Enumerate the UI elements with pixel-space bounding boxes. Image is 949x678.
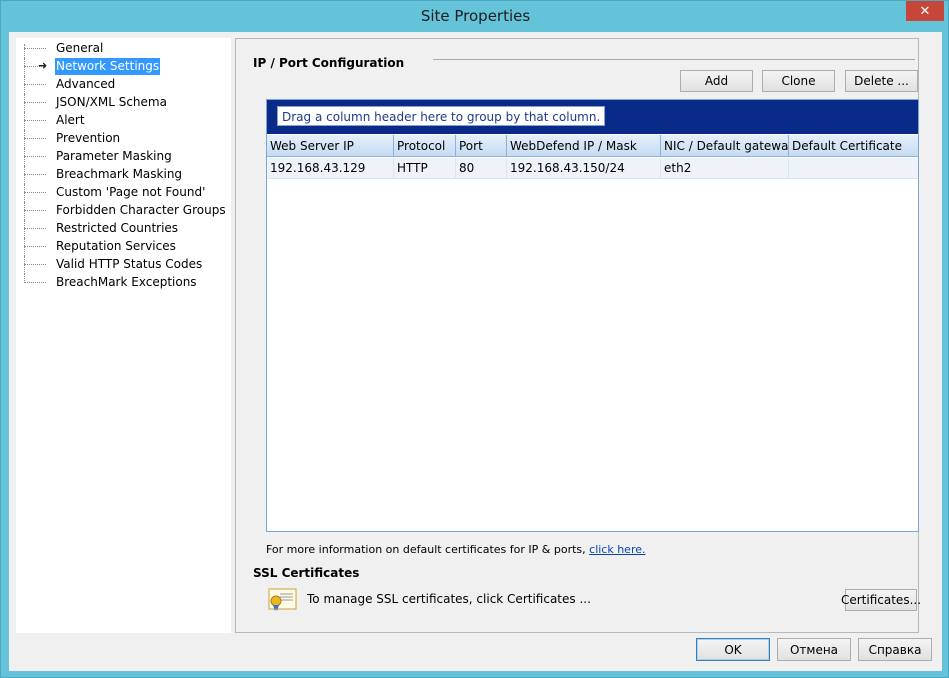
cell-nic-default-gateway: eth2 [661, 158, 789, 179]
tree-item-label: JSON/XML Schema [56, 95, 167, 109]
ok-button[interactable]: OK [696, 638, 770, 661]
cell-default-certificate [789, 158, 918, 179]
add-button[interactable]: Add [680, 70, 753, 92]
ip-port-grid[interactable]: Drag a column header here to group by th… [266, 99, 919, 532]
delete-button[interactable]: Delete ... [845, 70, 918, 92]
certificates-button[interactable]: Certificates... [841, 589, 921, 611]
tree-item-label: Forbidden Character Groups [56, 203, 226, 217]
section-divider [433, 59, 915, 60]
tree-item-label: Advanced [56, 77, 116, 91]
tree-item-label: General [56, 41, 104, 55]
click-here-link[interactable]: click here. [589, 543, 645, 556]
column-header-webdefend-ip-mask[interactable]: WebDefend IP / Mask [507, 135, 661, 157]
tree-item-custom-page-not-found[interactable]: Custom 'Page not Found' [16, 184, 231, 202]
column-header-nic-default-gateway[interactable]: NIC / Default gateway [661, 135, 789, 157]
tree-item-label: BreachMark Exceptions [56, 275, 197, 289]
tree-item-general[interactable]: General [16, 40, 231, 58]
close-button[interactable]: ✕ [906, 1, 944, 21]
group-by-hint: Drag a column header here to group by th… [277, 106, 606, 126]
tree-item-reputation-services[interactable]: Reputation Services [16, 238, 231, 256]
tree-item-restricted-countries[interactable]: Restricted Countries [16, 220, 231, 238]
tree-item-forbidden-character-groups[interactable]: Forbidden Character Groups [16, 202, 231, 220]
ip-port-section-title: IP / Port Configuration [253, 56, 405, 70]
expand-arrow-icon[interactable]: ➜ [38, 59, 47, 72]
tree-item-breachmark-masking[interactable]: Breachmark Masking [16, 166, 231, 184]
help-button[interactable]: Справка [858, 638, 932, 661]
column-header-port[interactable]: Port [456, 135, 507, 157]
ssl-instructions: To manage SSL certificates, click Certif… [307, 592, 591, 606]
dialog-client-area: General ➜ Network Settings Advanced JSON… [9, 32, 942, 671]
tree-item-prevention[interactable]: Prevention [16, 130, 231, 148]
tree-item-label: Parameter Masking [56, 149, 172, 163]
tree-item-label: Breachmark Masking [56, 167, 183, 181]
cell-protocol: HTTP [394, 158, 456, 179]
tree-item-breachmark-exceptions[interactable]: BreachMark Exceptions [16, 274, 231, 292]
tree-item-advanced[interactable]: Advanced [16, 76, 231, 94]
title-bar[interactable]: Site Properties ✕ [1, 1, 949, 31]
group-by-area[interactable]: Drag a column header here to group by th… [267, 100, 918, 134]
column-header-default-certificate[interactable]: Default Certificate [789, 135, 918, 157]
close-icon: ✕ [919, 3, 931, 19]
tree-item-network-settings[interactable]: ➜ Network Settings [16, 58, 231, 76]
table-row[interactable]: 192.168.43.129 HTTP 80 192.168.43.150/24… [267, 158, 918, 179]
site-properties-window: Site Properties ✕ General ➜ Network Sett… [0, 0, 949, 678]
tree-item-valid-http-status-codes[interactable]: Valid HTTP Status Codes [16, 256, 231, 274]
tree-item-label: Prevention [56, 131, 121, 145]
cell-port: 80 [456, 158, 507, 179]
certificate-info-text: For more information on default certific… [266, 543, 586, 556]
tree-item-label: Reputation Services [56, 239, 176, 253]
settings-tree: General ➜ Network Settings Advanced JSON… [16, 38, 231, 633]
clone-button[interactable]: Clone [762, 70, 835, 92]
tree-item-alert[interactable]: Alert [16, 112, 231, 130]
cell-webdefend-ip-mask: 192.168.43.150/24 [507, 158, 661, 179]
tree-item-label: Valid HTTP Status Codes [56, 257, 203, 271]
tree-item-parameter-masking[interactable]: Parameter Masking [16, 148, 231, 166]
certificate-icon [268, 588, 298, 612]
tree-item-label: Restricted Countries [56, 221, 179, 235]
tree-item-label: Custom 'Page not Found' [56, 185, 206, 199]
grid-header: Web Server IP Protocol Port WebDefend IP… [267, 135, 918, 157]
tree-item-label: Alert [56, 113, 85, 127]
ssl-section-title: SSL Certificates [253, 566, 360, 580]
window-title: Site Properties [420, 7, 531, 25]
certificate-info-line: For more information on default certific… [266, 543, 646, 556]
network-settings-panel: IP / Port Configuration Add Clone Delete… [235, 38, 921, 633]
cancel-button[interactable]: Отмена [777, 638, 851, 661]
cell-web-server-ip: 192.168.43.129 [267, 158, 394, 179]
tree-item-json-xml-schema[interactable]: JSON/XML Schema [16, 94, 231, 112]
tree-item-label: Network Settings [55, 58, 161, 75]
column-header-protocol[interactable]: Protocol [394, 135, 456, 157]
column-header-web-server-ip[interactable]: Web Server IP [267, 135, 394, 157]
